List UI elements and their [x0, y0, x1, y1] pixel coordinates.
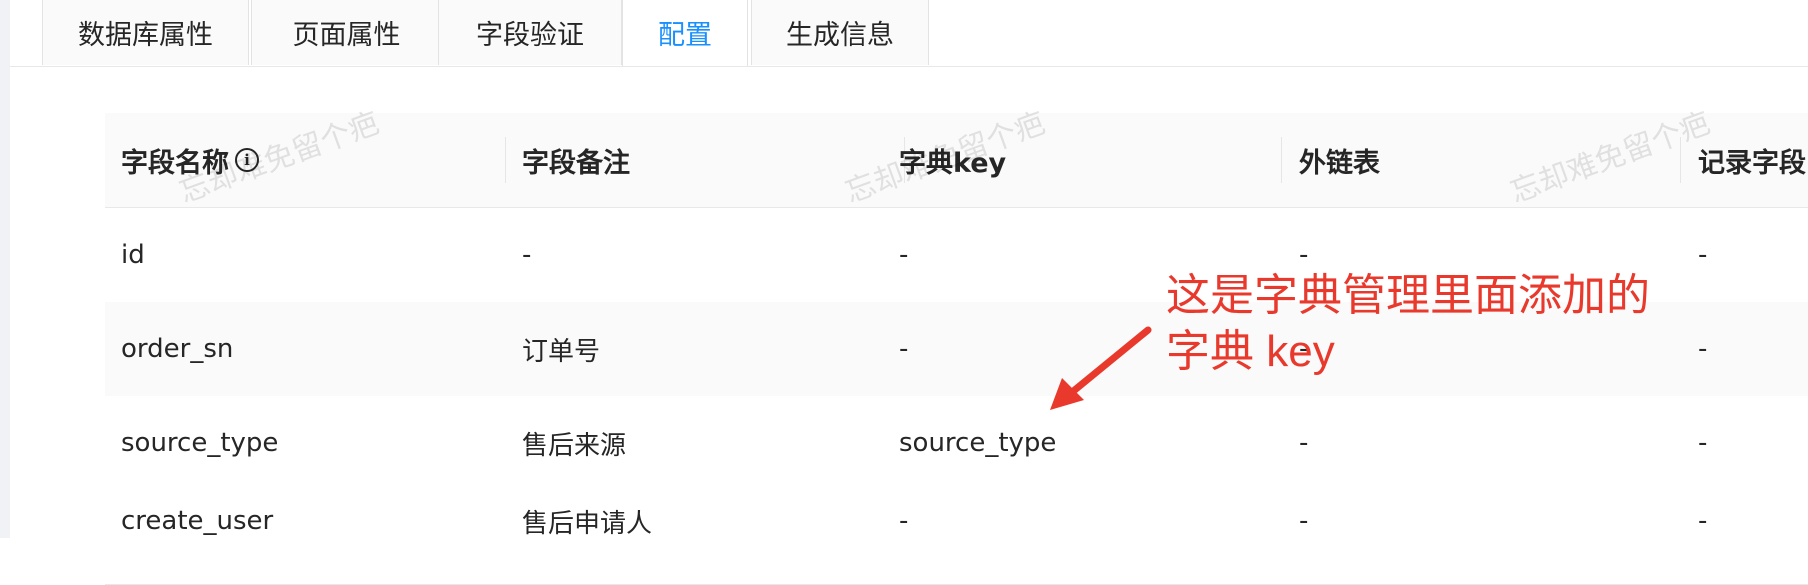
cell-field-name: create_user: [121, 506, 274, 536]
tab-bar: 数据库属性 页面属性 字段验证 配置 生成信息: [10, 0, 1808, 67]
column-header-label: 字段备注: [522, 147, 630, 179]
tab-field-validation[interactable]: 字段验证: [438, 0, 622, 65]
cell-record-field: -: [1698, 334, 1708, 364]
tab-database-properties[interactable]: 数据库属性: [42, 0, 249, 65]
tab-page-properties[interactable]: 页面属性: [251, 0, 442, 65]
cell-field-name: id: [121, 240, 145, 270]
column-header-record-field: 记录字段: [1698, 113, 1806, 207]
tab-configuration[interactable]: 配置: [622, 0, 748, 66]
page-left-strip: [0, 0, 10, 538]
cell-record-field: -: [1698, 240, 1708, 270]
tab-label: 字段验证: [476, 19, 584, 51]
annotation-note: 这是字典管理里面添加的 字典 key: [1166, 268, 1650, 380]
column-divider: [1281, 137, 1282, 183]
annotation-line: 字典 key: [1166, 327, 1335, 376]
cell-dict-key: -: [899, 506, 909, 536]
cell-record-field: -: [1698, 506, 1708, 536]
column-divider: [1680, 137, 1681, 183]
cell-dict-key: -: [899, 240, 909, 270]
tab-label: 配置: [658, 20, 712, 51]
cell-field-name: order_sn: [121, 334, 234, 364]
cell-field-remark: 订单号: [522, 336, 601, 367]
column-header-label: 字段名称: [121, 147, 229, 179]
info-icon[interactable]: i: [235, 148, 259, 172]
column-header-label: 记录字段: [1698, 147, 1806, 179]
tab-generation-info[interactable]: 生成信息: [751, 0, 929, 65]
cell-dict-key: source_type: [899, 428, 1057, 458]
column-header-foreign-table: 外链表: [1299, 113, 1380, 207]
cell-foreign-table: -: [1299, 506, 1309, 536]
tab-label: 数据库属性: [78, 19, 213, 51]
column-header-label: 字典key: [899, 147, 1007, 179]
annotation-arrow-icon: [1050, 326, 1152, 410]
table-row: source_type 售后来源 source_type - -: [105, 396, 1808, 491]
table-header: 字段名称 i 字段备注 字典key 外链表 记录字段: [105, 113, 1808, 208]
column-header-dict-key: 字典key: [899, 113, 1006, 207]
column-header-field-name: 字段名称 i: [121, 113, 259, 207]
column-header-field-remark: 字段备注: [522, 113, 630, 207]
cell-field-remark: -: [522, 240, 532, 270]
tab-label: 页面属性: [292, 19, 401, 51]
column-header-label: 外链表: [1299, 147, 1380, 179]
cell-field-remark: 售后申请人: [522, 508, 653, 539]
cell-dict-key: -: [899, 334, 909, 364]
tab-label: 生成信息: [786, 19, 894, 51]
column-divider: [505, 137, 506, 183]
annotation-line: 这是字典管理里面添加的: [1166, 271, 1650, 320]
